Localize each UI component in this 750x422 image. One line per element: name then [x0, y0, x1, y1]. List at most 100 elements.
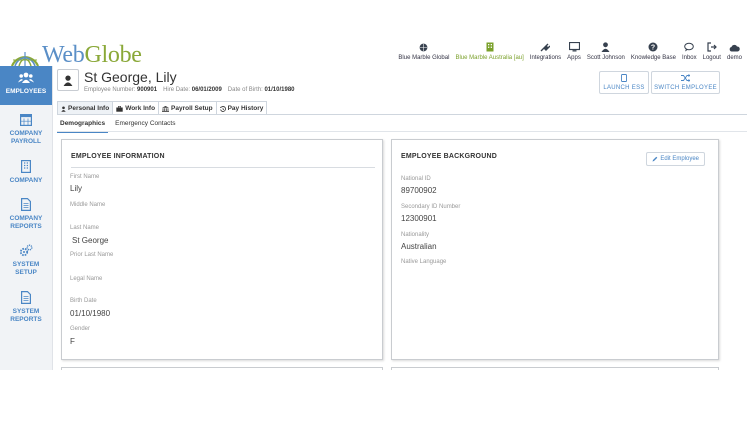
gears-icon — [19, 244, 33, 257]
topnav-label: Apps — [567, 55, 581, 61]
chat-icon — [684, 42, 695, 52]
topnav-logout[interactable]: Logout — [703, 42, 721, 61]
sidebar: EMPLOYEES COMPANY PAYROLL COMPANY COMPAN… — [0, 66, 53, 370]
brand-name: WebGlobe — [42, 42, 142, 69]
gender-label: Gender — [70, 326, 91, 332]
topnav-demo[interactable]: demo — [727, 42, 742, 61]
topnav-blue-marble-australia[interactable]: Blue Marble Australia [au] — [455, 42, 524, 61]
hire-date-value: 06/01/2009 — [191, 87, 222, 93]
cloud-icon — [729, 44, 740, 51]
panel-title: EMPLOYEE BACKGROUND — [401, 153, 497, 160]
shuffle-icon — [681, 74, 690, 82]
employee-name: St George, Lily — [84, 69, 177, 85]
history-icon — [219, 105, 226, 112]
tab-label: Payroll Setup — [171, 105, 213, 112]
topnav-blue-marble-global[interactable]: Blue Marble Global — [398, 42, 449, 61]
employee-dob: Date of Birth: 01/10/1980 — [228, 87, 295, 93]
calendar-icon — [20, 114, 32, 126]
document-icon — [21, 291, 31, 304]
topnav-inbox[interactable]: Inbox — [682, 42, 697, 61]
topnav-label: Blue Marble Australia [au] — [455, 55, 524, 61]
brand-logo[interactable]: WebGlobe — [10, 42, 142, 69]
user-icon — [63, 74, 73, 86]
edit-employee-button[interactable]: Edit Employee — [646, 152, 705, 166]
prior-last-name-label: Prior Last Name — [70, 252, 114, 258]
pencil-icon — [652, 156, 658, 162]
topnav-label: Logout — [702, 55, 721, 61]
topnav-user[interactable]: Scott Johnson — [587, 42, 625, 61]
globe-icon — [420, 43, 428, 51]
sidebar-label: SYSTEM REPORTS — [10, 308, 42, 323]
globe-logo-icon — [10, 45, 40, 67]
briefcase-icon — [116, 105, 123, 112]
birth-date-value: 01/10/1980 — [70, 309, 111, 318]
sidebar-label: EMPLOYEES — [5, 88, 47, 95]
main-tabs: Personal Info Work Info Payroll Setup Pa… — [57, 101, 268, 115]
user-icon — [601, 42, 610, 52]
sidebar-item-system-reports[interactable]: SYSTEM REPORTS — [0, 291, 52, 324]
employee-information-panel: EMPLOYEE INFORMATION First Name Lily Mid… — [61, 139, 383, 360]
launch-ess-label: LAUNCH ESS — [603, 85, 645, 91]
last-name-value: St George — [72, 236, 109, 245]
question-icon: ? — [648, 42, 658, 52]
sidebar-item-company-reports[interactable]: COMPANY REPORTS — [0, 198, 52, 231]
tab-payroll-setup[interactable]: Payroll Setup — [158, 101, 217, 115]
employee-number-label: Employee Number: — [84, 87, 136, 93]
sidebar-item-company[interactable]: COMPANY — [0, 160, 52, 185]
panel-title: EMPLOYEE INFORMATION — [71, 153, 165, 160]
switch-employee-label: SWITCH EMPLOYEE — [654, 85, 717, 91]
switch-employee-button[interactable]: SWITCH EMPLOYEE — [651, 71, 720, 94]
legal-name-label: Legal Name — [70, 276, 103, 282]
topnav-label: Blue Marble Global — [398, 55, 450, 61]
native-language-label: Native Language — [401, 259, 447, 265]
sidebar-item-company-payroll[interactable]: COMPANY PAYROLL — [0, 113, 52, 146]
birth-date-label: Birth Date — [70, 298, 97, 304]
sidebar-label: COMPANY PAYROLL — [9, 130, 43, 145]
topnav-label: Integrations — [529, 55, 562, 61]
topnav-apps[interactable]: Apps — [567, 42, 581, 61]
subtabs-divider — [57, 131, 747, 132]
topnav-knowledge-base[interactable]: ? Knowledge Base — [631, 42, 676, 61]
tab-personal-info[interactable]: Personal Info — [57, 101, 114, 115]
topnav-label: Scott Johnson — [586, 55, 625, 61]
bank-icon — [162, 105, 170, 112]
users-icon — [18, 72, 34, 83]
sidebar-item-employees[interactable]: EMPLOYEES — [0, 66, 52, 105]
employee-number: Employee Number: 900901 — [84, 87, 157, 93]
top-navigation: Blue Marble Global Blue Marble Australia… — [398, 42, 742, 61]
sidebar-label: SYSTEM SETUP — [12, 261, 40, 276]
employee-number-value: 900901 — [137, 87, 158, 93]
secondary-id-label: Secondary ID Number — [401, 204, 461, 210]
national-id-value: 89700902 — [401, 186, 437, 195]
page-background — [0, 370, 750, 422]
topnav-label: demo — [726, 55, 742, 61]
edit-employee-label: Edit Employee — [660, 156, 699, 162]
first-name-label: First Name — [70, 174, 100, 180]
nationality-value: Australian — [401, 242, 437, 251]
topnav-label: Knowledge Base — [630, 55, 676, 61]
document-icon — [21, 198, 31, 211]
plug-icon — [540, 43, 551, 52]
employee-avatar — [57, 69, 79, 91]
tab-label: Pay History — [227, 105, 264, 112]
user-icon — [61, 105, 66, 112]
first-name-value: Lily — [70, 184, 83, 193]
tab-work-info[interactable]: Work Info — [112, 101, 160, 115]
logout-icon — [707, 42, 717, 52]
tab-label: Work Info — [125, 105, 156, 112]
tab-pay-history[interactable]: Pay History — [215, 101, 268, 115]
national-id-label: National ID — [401, 176, 431, 182]
building-icon — [21, 160, 31, 173]
building-icon — [486, 42, 494, 52]
tab-label: Personal Info — [68, 105, 110, 112]
dob-value: 01/10/1980 — [264, 87, 295, 93]
sidebar-label: COMPANY REPORTS — [9, 215, 43, 230]
launch-ess-button[interactable]: LAUNCH ESS — [599, 71, 649, 94]
gender-value: F — [70, 337, 75, 346]
topnav-integrations[interactable]: Integrations — [530, 42, 561, 61]
brand-name-part2: Globe — [84, 42, 142, 68]
sidebar-item-system-setup[interactable]: SYSTEM SETUP — [0, 244, 52, 277]
tabs-divider — [57, 114, 747, 115]
brand-name-part1: Web — [42, 42, 85, 68]
panel-divider — [71, 167, 375, 168]
